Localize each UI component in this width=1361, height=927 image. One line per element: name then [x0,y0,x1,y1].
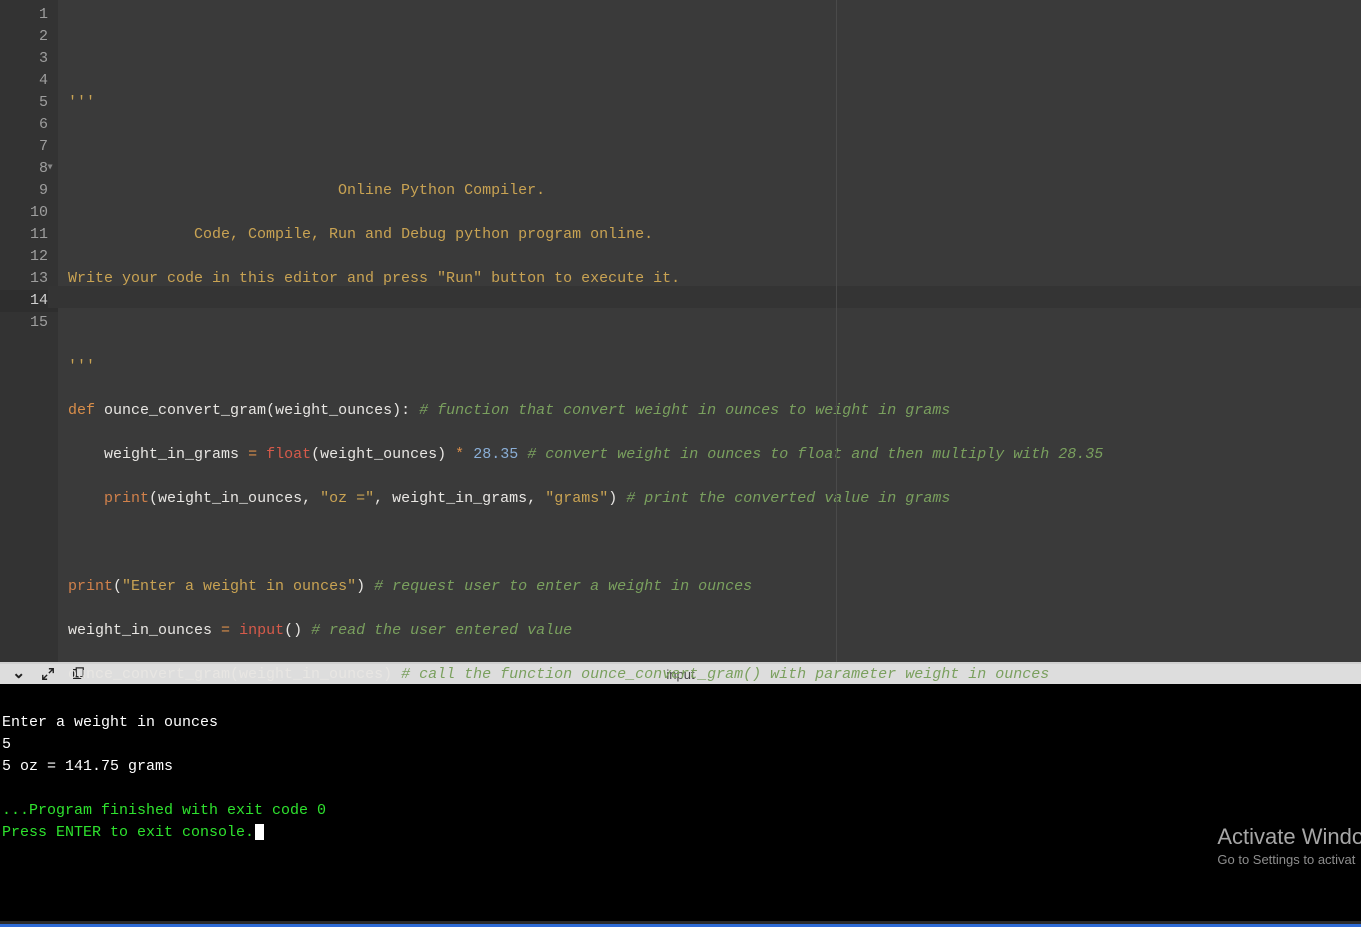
code-token: print [104,490,149,507]
line-number: 2 [0,26,58,48]
code-token: , [374,490,383,507]
code-token: ) [356,578,365,595]
code-token: ) [608,490,617,507]
code-token: weight_in_ounces [239,666,383,683]
code-comment: # function that convert weight in ounces… [419,402,950,419]
line-number: 1 [0,4,58,26]
code-token: ( [230,666,239,683]
console-cursor [255,824,264,840]
code-comment: # print the converted value in grams [626,490,950,507]
collapse-console-icon[interactable]: ⌄ [12,667,25,681]
code-token: "Enter a weight in ounces" [122,578,356,595]
code-token: "oz =" [320,490,374,507]
line-number-gutter: 1 2 3 4 5 6 7 8 9 10 11 12 13 14 15 [0,0,58,662]
code-editor[interactable]: 1 2 3 4 5 6 7 8 9 10 11 12 13 14 15 ▸ ''… [0,0,1361,662]
code-token: "grams" [545,490,608,507]
code-token: = [221,622,230,639]
code-token: print [68,578,113,595]
line-number: 10 [0,202,58,224]
code-comment: # call the function ounce_convert_gram()… [401,666,1049,683]
code-comment: # request user to enter a weight in ounc… [374,578,752,595]
code-token: 28.35 [473,446,518,463]
code-token: , [302,490,311,507]
code-token: float [266,446,311,463]
code-token: Write your code in this editor and press… [68,270,680,287]
expand-console-icon[interactable] [41,667,55,681]
code-token: ( [113,578,122,595]
line-number: 5 [0,92,58,114]
code-token: ) [383,666,392,683]
code-token: (weight_ounces) [266,402,401,419]
code-token: , [527,490,536,507]
code-token: weight_in_grams [104,446,239,463]
code-token: weight_in_grams [392,490,527,507]
code-token: (weight_ounces) [311,446,446,463]
console-line: 5 [2,736,11,753]
console-line: ...Program finished with exit code 0 [2,802,326,819]
code-token: Online Python Compiler. [68,182,545,199]
code-comment: # read the user entered value [311,622,572,639]
code-token: ounce_convert_gram [68,666,230,683]
code-token: Code, Compile, Run and Debug python prog… [68,226,653,243]
console-line: Press ENTER to exit console. [2,824,254,841]
code-token: * [455,446,464,463]
code-token: ''' [68,358,95,375]
line-number: 9 [0,180,58,202]
line-number: 3 [0,48,58,70]
code-token: () [284,622,302,639]
print-margin-guide [836,0,837,662]
fold-triangle-icon[interactable]: ▸ [44,164,56,169]
code-token: ounce_convert_gram [104,402,266,419]
code-token: ( [149,490,158,507]
code-token: input [239,622,284,639]
line-number: 7 [0,136,58,158]
code-token: weight_in_ounces [158,490,302,507]
code-token: = [248,446,257,463]
code-comment: # convert weight in ounces to float and … [527,446,1103,463]
code-area[interactable]: ''' Online Python Compiler. Code, Compil… [58,0,1361,662]
line-number: 6 [0,114,58,136]
code-token: : [401,402,410,419]
line-number: 12 [0,246,58,268]
code-token: weight_in_ounces [68,622,212,639]
code-token: def [68,402,95,419]
code-token: ''' [68,94,95,111]
line-number: 4 [0,70,58,92]
line-number: 15 [0,312,58,334]
line-number: 11 [0,224,58,246]
